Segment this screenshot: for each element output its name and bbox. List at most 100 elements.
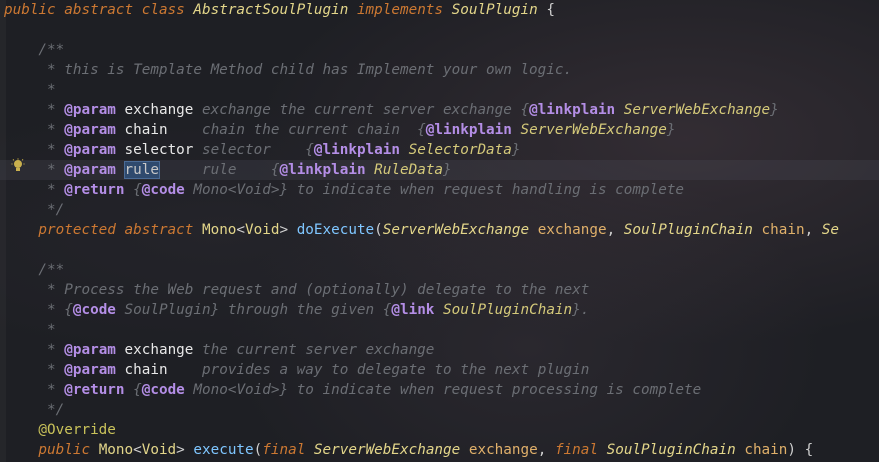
code-token: }: [443, 162, 452, 178]
code-token: @param: [64, 342, 125, 358]
code-line-text: * @param chain chain the current chain {…: [4, 120, 675, 140]
code-token: exchange: [124, 102, 202, 118]
code-token: RuleData: [374, 162, 444, 178]
code-line[interactable]: * @return {@code Mono<Void>} to indicate…: [0, 380, 879, 400]
code-token: final: [554, 442, 607, 458]
code-token: @param: [64, 162, 125, 178]
code-token: {: [133, 382, 142, 398]
code-token: public: [4, 442, 99, 458]
code-token: *: [4, 342, 65, 358]
code-token: ServerWebExchange: [623, 102, 771, 118]
code-line[interactable]: * Process the Web request and (optionall…: [0, 280, 879, 300]
code-token: * {: [4, 302, 73, 318]
code-token: chain: [124, 122, 202, 138]
code-token: {: [546, 2, 555, 18]
code-line[interactable]: protected abstract Mono<Void> doExecute(…: [0, 220, 879, 240]
code-token: ) {: [787, 442, 814, 458]
code-token: *: [4, 362, 65, 378]
code-token: Void: [245, 222, 280, 238]
code-line[interactable]: [0, 20, 879, 40]
code-token: * Process the Web request and (optionall…: [4, 282, 590, 298]
code-line-text: * Process the Web request and (optionall…: [4, 280, 589, 300]
code-token: /**: [4, 262, 65, 278]
code-line-text: * @return {@code Mono<Void>} to indicate…: [4, 380, 701, 400]
code-line-text: * @param exchange exchange the current s…: [4, 100, 779, 120]
code-line[interactable]: * @param exchange exchange the current s…: [0, 100, 879, 120]
code-token: }.: [572, 302, 590, 318]
code-token: Mono<Void>} to indicate when request han…: [193, 182, 685, 198]
code-token: ServerWebExchange: [313, 442, 469, 458]
code-line-text: * {@code SoulPlugin} through the given {…: [4, 300, 589, 320]
code-token: }: [511, 142, 521, 158]
code-line[interactable]: *: [0, 320, 879, 340]
code-token: @code: [72, 302, 125, 318]
code-line[interactable]: [0, 240, 879, 260]
code-token: @link: [391, 302, 444, 318]
code-token: @param: [64, 102, 125, 118]
code-token: chain: [761, 222, 805, 238]
code-token: Mono: [98, 442, 134, 458]
code-token: @linkplain: [313, 142, 409, 158]
code-token: selector {: [202, 142, 314, 158]
code-token: ServerWebExchange: [382, 222, 538, 238]
code-line[interactable]: * @param chain provides a way to delegat…: [0, 360, 879, 380]
code-token: ,: [537, 442, 555, 458]
code-token: implements: [356, 2, 452, 18]
code-token: ,: [606, 222, 624, 238]
code-token: *: [4, 102, 65, 118]
code-token: (: [374, 222, 383, 238]
code-line[interactable]: * @return {@code Mono<Void>} to indicate…: [0, 180, 879, 200]
code-line[interactable]: */: [0, 200, 879, 220]
code-line[interactable]: * this is Template Method child has Impl…: [0, 60, 879, 80]
code-token: selector: [124, 142, 202, 158]
code-line[interactable]: */: [0, 400, 879, 420]
code-line[interactable]: * @param chain chain the current chain {…: [0, 120, 879, 140]
code-token: {: [133, 182, 142, 198]
code-token: */: [4, 202, 65, 218]
code-token: ,: [804, 222, 822, 238]
code-token: chain: [124, 362, 202, 378]
code-token: provides a way to delegate to the next p…: [202, 362, 590, 378]
code-line-text: * @return {@code Mono<Void>} to indicate…: [4, 180, 684, 200]
code-line[interactable]: @Override: [0, 420, 879, 440]
code-token: execute: [193, 442, 254, 458]
code-line-text: public Mono<Void> execute(final ServerWe…: [4, 440, 813, 460]
code-line[interactable]: public Mono<Void> execute(final ServerWe…: [0, 440, 879, 460]
code-token: exchange: [468, 442, 538, 458]
code-token: * this is Template Method child has Impl…: [4, 62, 573, 78]
code-token: exchange: [537, 222, 607, 238]
code-token: @linkplain: [425, 122, 521, 138]
code-token: SoulPlugin: [451, 2, 547, 18]
code-token: Mono<Void>} to indicate when request pro…: [193, 382, 702, 398]
code-line-text: /**: [4, 260, 64, 280]
code-token: }: [770, 102, 779, 118]
code-token: SoulPluginChain: [623, 222, 762, 238]
code-line[interactable]: /**: [0, 40, 879, 60]
code-line[interactable]: * @param exchange the current server exc…: [0, 340, 879, 360]
code-editor[interactable]: public abstract class AbstractSoulPlugin…: [0, 0, 879, 462]
code-token: *: [4, 382, 65, 398]
code-token: AbstractSoulPlugin: [193, 2, 357, 18]
code-line-text: * this is Template Method child has Impl…: [4, 60, 572, 80]
code-token: ServerWebExchange: [520, 122, 667, 138]
code-line-text: */: [4, 400, 64, 420]
code-line[interactable]: /**: [0, 260, 879, 280]
code-token: *: [4, 142, 65, 158]
code-line[interactable]: * {@code SoulPlugin} through the given {…: [0, 300, 879, 320]
code-token: >: [279, 222, 297, 238]
code-line[interactable]: *: [0, 80, 879, 100]
code-line[interactable]: * @param selector selector {@linkplain S…: [0, 140, 879, 160]
code-token: @param: [64, 362, 125, 378]
code-line[interactable]: * @param rule rule {@linkplain RuleData}: [0, 160, 879, 180]
code-line-text: * @param rule rule {@linkplain RuleData}: [4, 160, 452, 180]
code-line-text: /**: [4, 40, 64, 60]
code-token: chain: [744, 442, 788, 458]
code-line[interactable]: public abstract class AbstractSoulPlugin…: [0, 0, 879, 20]
code-token: }: [666, 122, 676, 138]
code-token: @param: [64, 122, 125, 138]
code-token: SoulPluginChain: [443, 302, 573, 318]
code-line-text: */: [4, 200, 64, 220]
code-line-text: @Override: [4, 420, 116, 440]
code-token: @Override: [4, 422, 116, 438]
code-token: Se: [821, 222, 840, 238]
